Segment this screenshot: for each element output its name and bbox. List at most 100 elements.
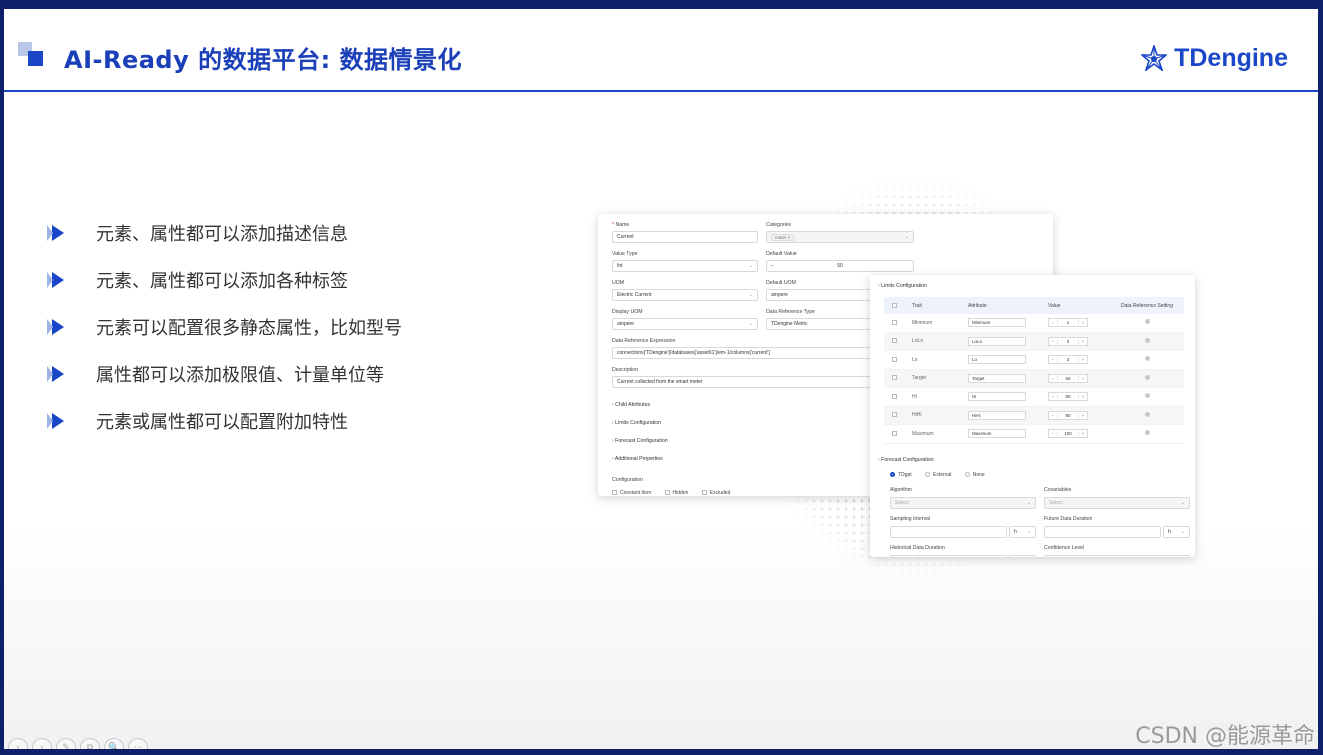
data-reference-setting-icon[interactable] [1144,356,1150,362]
sampling-interval-input[interactable] [890,526,1007,538]
row-checkbox[interactable] [884,319,900,326]
stepper-minus-button[interactable]: − [1049,394,1057,399]
trait-cell: Target [912,375,926,382]
section-forecast-configuration[interactable]: Forecast Configuration [612,438,667,444]
stepper-minus-button[interactable]: − [1049,357,1057,362]
stepper-minus-button[interactable]: − [1049,320,1057,325]
row-checkbox[interactable] [884,338,900,344]
stepper-plus-button[interactable]: + [1079,413,1087,418]
section-limits-configuration[interactable]: Limits Configuration [612,420,661,426]
stepper-plus-button[interactable]: + [1079,357,1087,362]
algorithm-placeholder: Select [895,500,909,506]
attribute-input[interactable]: HiHi [968,410,1026,420]
bullet-item: 元素、属性都可以添加描述信息 [47,209,402,256]
algorithm-select[interactable]: Select ⌄ [890,497,1036,509]
default-value-stepper[interactable]: − 50 [766,260,914,272]
future-duration-input[interactable] [1044,526,1161,538]
radio-external[interactable]: External [925,472,951,478]
description-label: Description [612,367,638,373]
previous-slide-button[interactable]: ‹ [8,738,28,749]
value-stepper[interactable]: −100 + [1048,429,1088,439]
logo-text: TDengine [1174,43,1288,72]
bullet-item: 属性都可以添加极限值、计量单位等 [47,350,402,397]
slides-overview-button[interactable]: ⧉ [80,738,100,749]
stepper-minus-button[interactable]: − [1049,376,1057,381]
categories-select[interactable]: meter × ⌄ [766,231,914,243]
value-stepper[interactable]: −90 + [1048,410,1088,420]
bullet-list: 元素、属性都可以添加描述信息 元素、属性都可以添加各种标签 元素可以配置很多静态… [47,209,402,444]
future-unit-select[interactable]: h ⌄ [1163,526,1190,538]
value-cell: 1 [1057,320,1079,326]
stepper-minus-button[interactable]: − [771,263,774,269]
sampling-unit-select[interactable]: h ⌄ [1009,526,1036,538]
radio-none[interactable]: None [964,472,985,478]
trait-cell: Minimum [912,319,933,326]
row-checkbox[interactable] [884,430,900,437]
future-unit-value: h [1168,529,1171,535]
historical-unit-select[interactable]: h ⌄ [1009,555,1036,557]
pen-tool-button[interactable]: ✎ [56,738,76,749]
value-stepper[interactable]: −3 + [1048,355,1088,365]
section-child-attributes[interactable]: Child Attributes [612,402,650,408]
row-checkbox[interactable] [884,375,900,381]
hidden-checkbox[interactable]: Hidden [664,490,688,496]
next-slide-button[interactable]: › [32,738,52,749]
section-additional-properties[interactable]: Additional Properties [612,456,663,462]
attribute-input[interactable]: Maximum [968,429,1026,439]
name-input[interactable]: Current [612,231,758,243]
data-reference-setting-icon[interactable] [1144,374,1150,380]
stepper-minus-button[interactable]: − [1049,413,1057,418]
historical-duration-input[interactable] [890,555,1007,557]
attribute-input[interactable]: Hi [968,392,1026,402]
limits-section-title[interactable]: Limits Configuration [878,283,927,289]
stepper-minus-button[interactable]: − [1049,431,1057,436]
value-stepper[interactable]: −3 + [1048,336,1088,346]
display-uom-select[interactable]: ampere ⌄ [612,318,758,330]
category-tag[interactable]: meter × [771,234,795,241]
uom-label: UOM [612,280,625,286]
excluded-checkbox[interactable]: Excluded [701,490,730,496]
value-stepper[interactable]: −80 + [1048,392,1088,402]
data-reference-setting-icon[interactable] [1144,319,1150,325]
value-stepper[interactable]: −1 + [1048,318,1088,328]
covariables-label: Covariables [1044,487,1072,493]
forecast-section-title[interactable]: Forecast Configuration [878,457,933,463]
limits-table: Trait Attribute Value Data Reference Set… [884,297,1184,444]
data-ref-expr-label: Data Reference Expression [612,338,676,344]
uom-select[interactable]: Electric Current ⌄ [612,289,758,301]
data-reference-setting-icon[interactable] [1144,337,1150,343]
default-value-label: Default Value [766,251,797,257]
zoom-button[interactable]: 🔍 [104,738,124,749]
constant-item-checkbox[interactable]: Constant Item [612,490,651,496]
row-checkbox[interactable] [884,412,900,418]
data-reference-setting-icon[interactable] [1144,393,1150,399]
value-stepper[interactable]: −50 + [1048,373,1088,383]
attribute-input[interactable]: Target [968,373,1026,383]
more-options-button[interactable]: ··· [128,738,148,749]
attribute-input[interactable]: Minimum [968,318,1026,328]
attribute-input[interactable]: Lo [968,355,1026,365]
configuration-options: Constant Item Hidden Excluded [612,490,742,496]
data-reference-setting-icon[interactable] [1144,411,1150,417]
stepper-plus-button[interactable]: + [1079,431,1087,436]
confidence-level-stepper[interactable]: − + [1044,555,1190,557]
default-uom-label: Default UOM [766,280,796,286]
stepper-plus-button[interactable]: + [1079,394,1087,399]
radio-tdgpt[interactable]: TDgpt [890,472,912,478]
table-row: HiHi HiHi −90 + [884,406,1184,425]
stepper-plus-button[interactable]: + [1079,376,1087,381]
header-data-reference: Data Reference Setting [1121,302,1173,309]
stepper-plus-button[interactable]: + [1079,339,1087,344]
description-input[interactable]: Current collected from the smart meter [612,376,914,388]
stepper-minus-button[interactable]: − [1049,339,1057,344]
stepper-plus-button[interactable]: + [1079,320,1087,325]
data-ref-expr-input[interactable]: connections['TDengine']/databases['asset… [612,347,914,359]
data-reference-setting-icon[interactable] [1144,430,1150,436]
row-checkbox[interactable] [884,356,900,363]
bullet-item: 元素、属性都可以添加各种标签 [47,256,402,303]
covariables-select[interactable]: Select ⌄ [1044,497,1190,509]
value-type-select[interactable]: Int ⌄ [612,260,758,272]
attribute-input[interactable]: LoLo [968,336,1026,346]
chevron-down-icon: ⌄ [1026,500,1031,506]
row-checkbox[interactable] [884,393,900,400]
